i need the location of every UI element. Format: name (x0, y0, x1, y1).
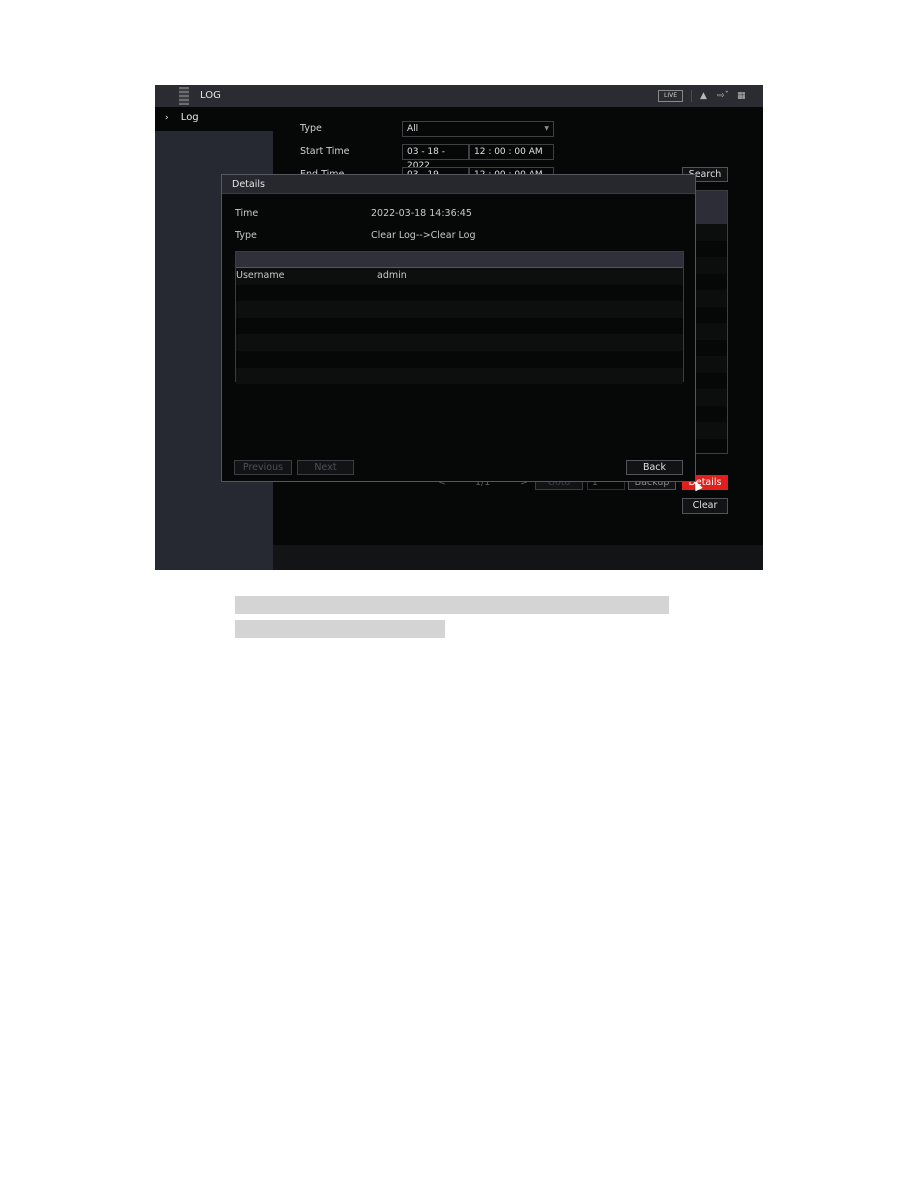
logout-icon[interactable]: ⇨ˇ (717, 90, 729, 102)
time-value: 2022-03-18 14:36:45 (371, 208, 472, 219)
type-value: Clear Log-->Clear Log (371, 230, 476, 241)
details-table: Username admin (235, 251, 684, 385)
table-row (236, 367, 683, 385)
row-value: admin (377, 270, 407, 281)
table-row (236, 334, 683, 351)
sidebar-item-log[interactable]: › Log (165, 112, 199, 123)
grid-icon[interactable]: ▦ (737, 90, 746, 102)
type-value: All (407, 124, 419, 134)
divider (691, 90, 692, 102)
previous-button[interactable]: Previous (234, 460, 292, 475)
live-button[interactable]: LIVE (658, 90, 683, 102)
redacted-text-bar (235, 620, 445, 638)
start-date-field[interactable]: 03 - 18 - 2022 (402, 144, 469, 171)
start-time-label: Start Time (300, 146, 350, 157)
table-row: Username admin (236, 268, 683, 285)
chevron-right-icon: › (165, 113, 169, 123)
table-row (236, 351, 683, 368)
dialog-title: Details (232, 179, 265, 190)
sidebar-item-label: Log (180, 112, 199, 123)
user-icon[interactable]: ▲ (700, 90, 707, 102)
chevron-down-icon: ▼ (544, 125, 549, 132)
time-label: Time (235, 208, 259, 219)
type-label: Type (300, 123, 322, 134)
next-button[interactable]: Next (297, 460, 354, 475)
back-button[interactable]: Back (626, 460, 683, 475)
clear-button[interactable]: Clear (682, 498, 728, 514)
table-row (236, 285, 683, 302)
type-select[interactable]: All ▼ (402, 121, 554, 137)
logo-icon (179, 87, 189, 105)
table-row (236, 318, 683, 335)
row-key: Username (236, 270, 285, 281)
bottom-bar (273, 545, 763, 570)
page-title: LOG (200, 90, 221, 101)
details-table-header (236, 252, 683, 268)
redacted-text-bar (235, 596, 669, 614)
details-dialog: Details Time 2022-03-18 14:36:45 Type Cl… (221, 174, 696, 482)
start-time-field[interactable]: 12 : 00 : 00 AM (469, 144, 554, 160)
dialog-header: Details (222, 175, 695, 194)
top-bar: LOG LIVE ▲ ⇨ˇ ▦ (155, 85, 763, 107)
table-row (236, 301, 683, 318)
type-label: Type (235, 230, 257, 241)
